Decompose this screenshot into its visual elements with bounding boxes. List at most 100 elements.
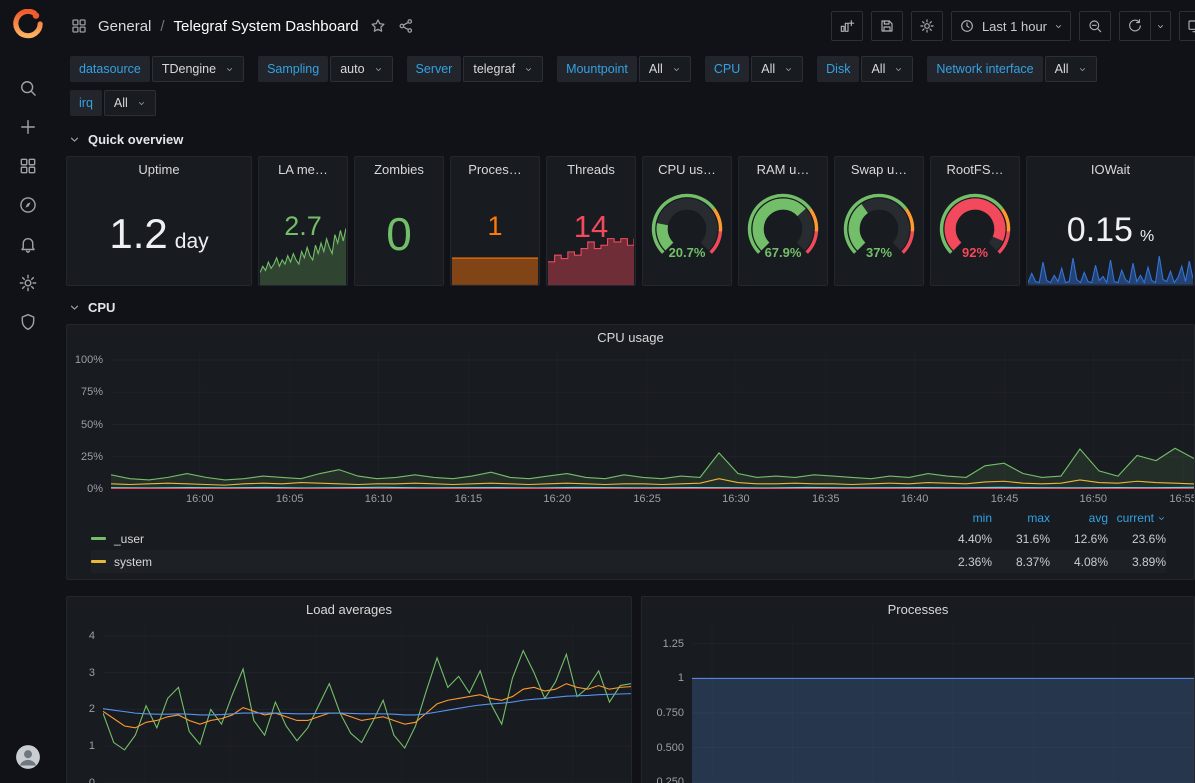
user-avatar[interactable] xyxy=(15,744,41,773)
grafana-logo[interactable] xyxy=(13,9,43,42)
variable-label: Sampling xyxy=(258,56,328,82)
sidebar-item-settings[interactable] xyxy=(0,263,56,302)
y-tick-label: 0% xyxy=(87,483,103,495)
chevron-down-icon xyxy=(68,133,81,146)
sidebar-item-plus[interactable] xyxy=(0,107,56,146)
processes-plot[interactable] xyxy=(692,623,1194,783)
tv-mode-button[interactable] xyxy=(1179,11,1195,41)
y-tick-label: 0.250 xyxy=(656,776,684,783)
save-dashboard-button[interactable] xyxy=(871,11,903,41)
variable-value-text: All xyxy=(1055,62,1069,76)
sidebar-nav xyxy=(0,68,56,341)
add-panel-button[interactable] xyxy=(831,11,863,41)
refresh-interval-dropdown[interactable] xyxy=(1151,11,1171,41)
sidebar-item-shield[interactable] xyxy=(0,302,56,341)
stat-value: 2.7 xyxy=(284,213,322,240)
panel-title[interactable]: Processes xyxy=(642,597,1194,623)
breadcrumb-folder[interactable]: General xyxy=(98,18,151,35)
variable-disk: DiskAll xyxy=(817,56,913,82)
cpu-usage-plot[interactable] xyxy=(111,351,1194,489)
caret-down-icon xyxy=(1078,65,1087,74)
variable-value-dropdown[interactable]: All xyxy=(1045,56,1097,82)
load-averages-plot[interactable] xyxy=(103,623,631,783)
variable-value-dropdown[interactable]: TDengine xyxy=(152,56,244,82)
series-name: _user xyxy=(114,532,144,546)
variable-value-dropdown[interactable]: All xyxy=(639,56,691,82)
sidebar-item-alerting[interactable] xyxy=(0,224,56,263)
x-tick-label: 16:30 xyxy=(722,493,750,505)
time-range-label: Last 1 hour xyxy=(982,19,1047,34)
variable-value-text: All xyxy=(114,96,128,110)
panel-ram-used: RAM u… 67.9% xyxy=(738,156,828,286)
panel-load-average: LA me… 2.7 xyxy=(258,156,348,286)
variable-cpu: CPUAll xyxy=(705,56,803,82)
sidebar-item-explore[interactable] xyxy=(0,185,56,224)
share-icon[interactable] xyxy=(397,17,415,35)
zoom-out-button[interactable] xyxy=(1079,11,1111,41)
panel-cpu-usage: CPU usage 100%75%50%25%0% 16:0016:0516:1… xyxy=(66,324,1195,580)
variable-label: Network interface xyxy=(927,56,1042,82)
panel-title[interactable]: Load averages xyxy=(67,597,631,623)
panel-cpu-used: CPU us… 20.7% xyxy=(642,156,732,286)
y-tick-label: 2 xyxy=(89,703,95,715)
panel-title[interactable]: LA me… xyxy=(259,157,347,183)
legend-series-toggle[interactable]: system xyxy=(91,555,934,569)
zoom-out-icon xyxy=(1087,18,1103,34)
user-icon xyxy=(15,744,41,770)
panel-title[interactable]: CPU usage xyxy=(67,325,1194,351)
variable-value-text: All xyxy=(871,62,885,76)
star-icon[interactable] xyxy=(369,17,387,35)
legend-value-avg: 4.08% xyxy=(1050,555,1108,569)
legend-header-current[interactable]: current xyxy=(1108,511,1166,525)
legend-header-max[interactable]: max xyxy=(992,511,1050,525)
variable-value-dropdown[interactable]: telegraf xyxy=(463,56,543,82)
legend-header-avg[interactable]: avg xyxy=(1050,511,1108,525)
variable-value-text: All xyxy=(761,62,775,76)
panel-title[interactable]: IOWait xyxy=(1027,157,1194,183)
sidebar-item-search[interactable] xyxy=(0,68,56,107)
panel-title[interactable]: Swap u… xyxy=(835,157,923,183)
time-range-picker[interactable]: Last 1 hour xyxy=(951,11,1071,41)
refresh-button[interactable] xyxy=(1119,11,1151,41)
dashboards-icon xyxy=(18,156,38,176)
variable-value-text: All xyxy=(649,62,663,76)
panel-title[interactable]: RAM u… xyxy=(739,157,827,183)
panel-iowait: IOWait 0.15 % xyxy=(1026,156,1195,286)
panel-title[interactable]: Zombies xyxy=(355,157,443,183)
legend-row-_user: _user4.40%31.6%12.6%23.6% xyxy=(91,527,1166,550)
variable-value-dropdown[interactable]: All xyxy=(104,90,156,116)
variable-value-dropdown[interactable]: All xyxy=(861,56,913,82)
panel-title[interactable]: RootFS… xyxy=(931,157,1019,183)
variable-network-interface: Network interface All xyxy=(927,56,1096,82)
variable-value-dropdown[interactable]: All xyxy=(751,56,803,82)
caret-down-icon xyxy=(784,65,793,74)
row-header-cpu[interactable]: CPU xyxy=(68,298,1195,316)
panel-title[interactable]: CPU us… xyxy=(643,157,731,183)
legend-header-min[interactable]: min xyxy=(934,511,992,525)
variable-value-dropdown[interactable]: auto xyxy=(330,56,392,82)
variable-sampling: Samplingauto xyxy=(258,56,392,82)
stat-value: 1 xyxy=(487,213,502,240)
breadcrumb-d ashboard-title[interactable]: Telegraf System Dashboard xyxy=(174,18,359,35)
panel-processes-graph: Processes 1.2510.7500.5000.250 xyxy=(641,596,1195,783)
legend-row-iowait: iowait0.626%4.11%1.10%1.34% xyxy=(91,573,1166,580)
dashboard-header: General / Telegraf System Dashboard Last… xyxy=(56,0,1195,52)
y-tick-label: 25% xyxy=(81,451,103,463)
add-panel-icon xyxy=(839,18,855,34)
clock-icon xyxy=(959,18,975,34)
chevron-down-icon xyxy=(68,301,81,314)
caret-down-icon xyxy=(1054,22,1063,31)
dashboard-settings-button[interactable] xyxy=(911,11,943,41)
row-header-quick-overview[interactable]: Quick overview xyxy=(68,130,1195,148)
panel-title[interactable]: Threads xyxy=(547,157,635,183)
legend-value-max: 4.11% xyxy=(992,578,1050,581)
refresh-icon xyxy=(1127,18,1143,34)
legend-series-toggle[interactable]: iowait xyxy=(91,578,934,581)
legend-series-toggle[interactable]: _user xyxy=(91,532,934,546)
panel-title[interactable]: Uptime xyxy=(67,157,251,183)
legend-value-avg: 1.10% xyxy=(1050,578,1108,581)
panel-title[interactable]: Proces… xyxy=(451,157,539,183)
panel-uptime: Uptime 1.2 day xyxy=(66,156,252,286)
panel-processes-stat: Proces… 1 xyxy=(450,156,540,286)
sidebar-item-dashboards[interactable] xyxy=(0,146,56,185)
